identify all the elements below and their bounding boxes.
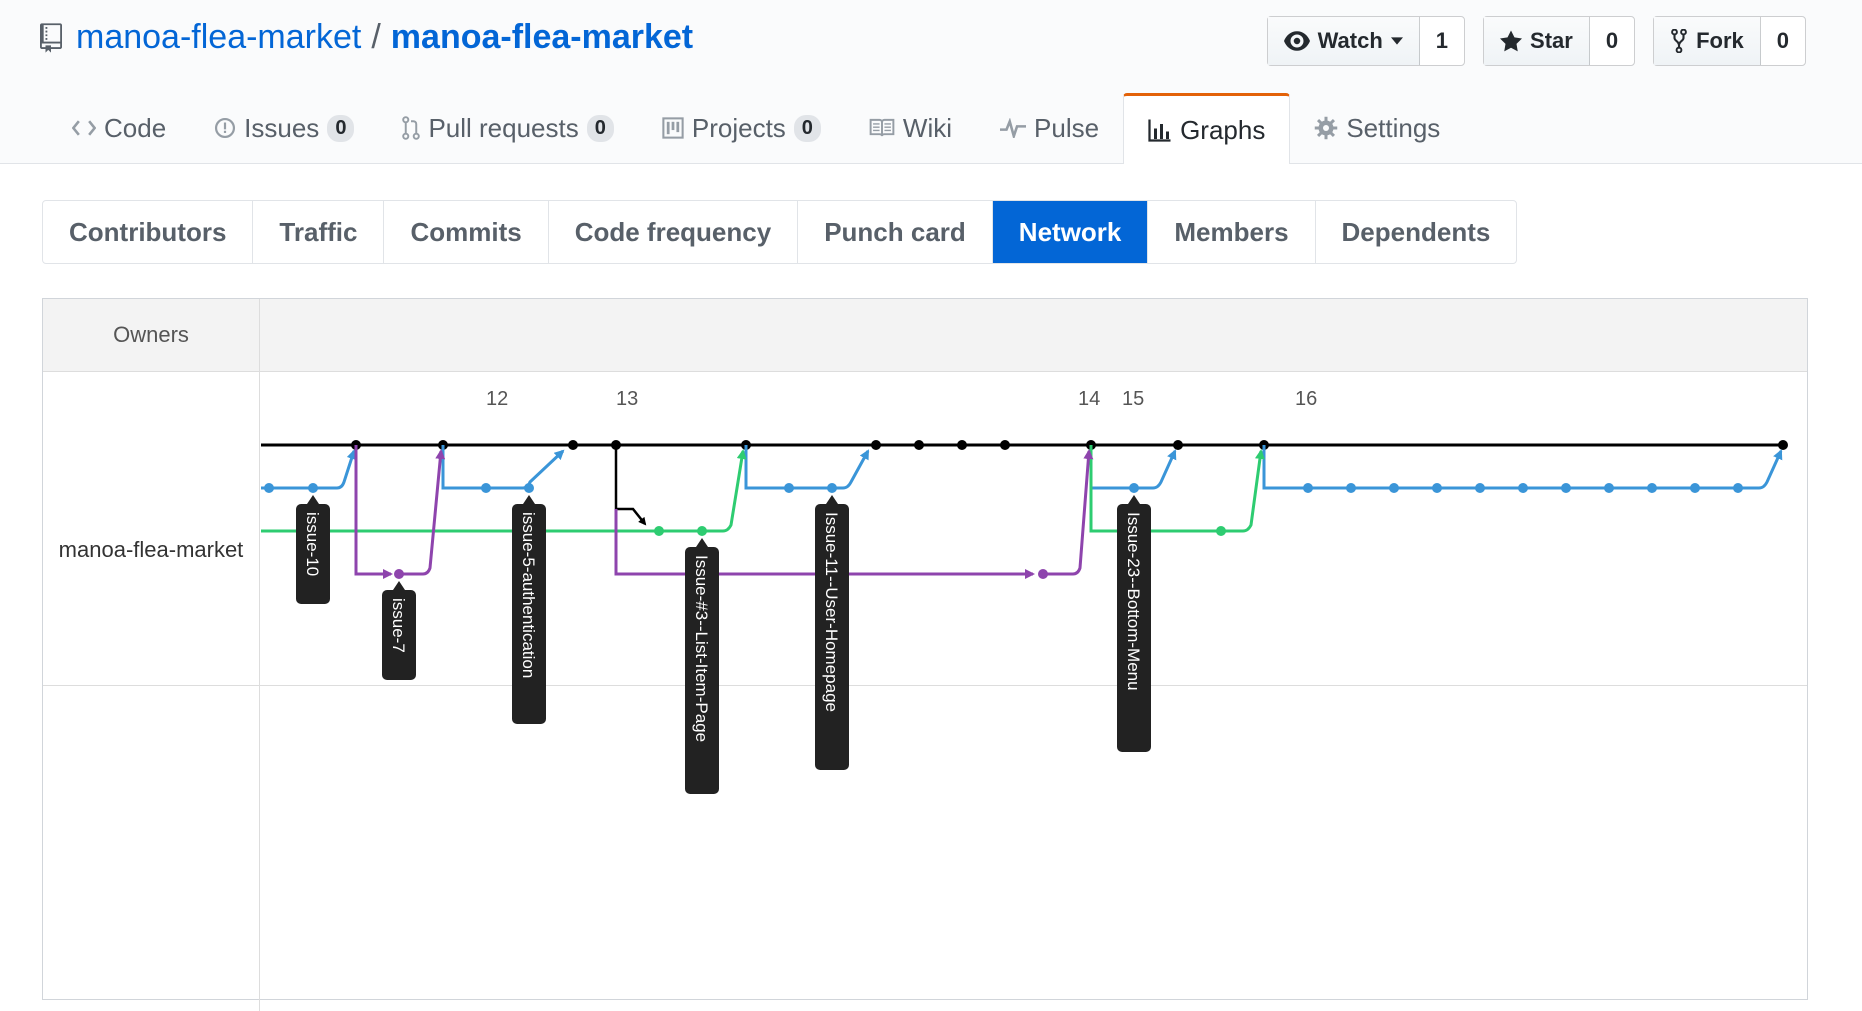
branch-label-issue-23-bottom-menu[interactable]: Issue-23--Bottom-Menu	[1117, 495, 1151, 752]
branch-label-text: Issue-11--User-Homepage	[822, 512, 841, 712]
network-graph[interactable]: 12 13 14 15 16 issue-10 issue-7 issue-5-…	[43, 299, 1807, 999]
branch-label-text: Issue-#3--List-Item-Page	[692, 555, 711, 742]
blue-branches	[261, 445, 1783, 490]
tab-label: Issues	[244, 112, 320, 143]
watch-group: Watch 1	[1266, 16, 1466, 66]
subnav-punch-card[interactable]: Punch card	[798, 201, 993, 263]
graph-icon	[1148, 119, 1171, 142]
graphs-subnav: Contributors Traffic Commits Code freque…	[42, 200, 1518, 264]
book-icon	[869, 118, 895, 137]
date-label: 16	[1295, 388, 1317, 410]
fork-button[interactable]: Fork	[1654, 17, 1761, 65]
watch-button[interactable]: Watch	[1267, 17, 1420, 65]
star-label: Star	[1530, 28, 1573, 53]
tab-label: Pulse	[1034, 112, 1100, 143]
network-graph-panel: Owners manoa-flea-market 12 13 14 15 16	[42, 298, 1808, 1011]
code-icon	[72, 120, 96, 136]
subnav-dependents[interactable]: Dependents	[1316, 201, 1517, 263]
branch-label-issue-7[interactable]: issue-7	[382, 581, 416, 680]
fork-label: Fork	[1696, 28, 1744, 53]
date-label: 12	[486, 388, 508, 410]
eye-icon	[1283, 31, 1310, 51]
caret-down-icon	[1390, 37, 1403, 45]
pull-request-icon	[402, 116, 421, 140]
watch-count[interactable]: 1	[1419, 17, 1465, 65]
tab-pull-requests[interactable]: Pull requests 0	[378, 93, 637, 163]
star-group: Star 0	[1483, 16, 1636, 66]
branch-label-text: issue-7	[389, 598, 408, 653]
subnav-code-frequency[interactable]: Code frequency	[549, 201, 799, 263]
subnav-contributors[interactable]: Contributors	[43, 201, 254, 263]
tab-wiki[interactable]: Wiki	[845, 93, 976, 163]
project-icon	[662, 117, 684, 139]
repo-title: manoa-flea-market / manoa-flea-market	[40, 18, 693, 57]
star-count[interactable]: 0	[1589, 17, 1635, 65]
repo-separator: /	[371, 18, 381, 56]
branch-label-issue-3-list-item-page[interactable]: Issue-#3--List-Item-Page	[685, 538, 719, 794]
subnav-members[interactable]: Members	[1148, 201, 1316, 263]
date-label: 13	[616, 388, 638, 410]
repo-header: manoa-flea-market / manoa-flea-market Wa…	[0, 0, 1862, 164]
fork-group: Fork 0	[1653, 16, 1806, 66]
tab-code[interactable]: Code	[48, 93, 190, 163]
branch-label-issue-11-user-homepage[interactable]: Issue-11--User-Homepage	[815, 495, 849, 770]
pr-count-badge: 0	[586, 114, 614, 142]
tab-settings[interactable]: Settings	[1290, 93, 1464, 163]
subnav-commits[interactable]: Commits	[384, 201, 549, 263]
tab-label: Settings	[1346, 112, 1441, 143]
branch-label-text: Issue-23--Bottom-Menu	[1124, 512, 1143, 691]
purple-branches	[354, 445, 1094, 579]
branch-label-text: issue-10	[303, 512, 322, 576]
repo-name-link[interactable]: manoa-flea-market	[391, 18, 693, 57]
tab-label: Code	[104, 112, 167, 143]
tab-projects[interactable]: Projects 0	[638, 93, 845, 163]
tab-issues[interactable]: Issues 0	[190, 93, 378, 163]
watch-label: Watch	[1317, 28, 1383, 53]
tab-label: Graphs	[1180, 114, 1266, 145]
repo-tabs: Code Issues 0 Pull requests 0 Projects 0…	[48, 93, 1464, 164]
tab-graphs[interactable]: Graphs	[1123, 93, 1291, 164]
fork-icon	[1671, 29, 1687, 53]
subnav-traffic[interactable]: Traffic	[253, 201, 385, 263]
repo-icon	[40, 22, 62, 53]
branch-label-issue-5-authentication[interactable]: issue-5-authentication	[512, 495, 546, 724]
fork-count[interactable]: 0	[1760, 17, 1805, 65]
gear-icon	[1315, 116, 1338, 140]
repo-actions: Watch 1 Star 0 Fork 0	[1266, 16, 1806, 66]
tab-label: Projects	[691, 112, 786, 143]
tab-label: Wiki	[902, 112, 953, 143]
pulse-icon	[1000, 118, 1027, 138]
date-label: 14	[1078, 388, 1100, 410]
projects-count-badge: 0	[793, 114, 821, 142]
branch-label-text: issue-5-authentication	[519, 512, 538, 678]
star-icon	[1500, 30, 1523, 52]
branch-label-issue-10[interactable]: issue-10	[296, 495, 330, 604]
tab-pulse[interactable]: Pulse	[976, 93, 1123, 163]
tab-label: Pull requests	[428, 112, 579, 143]
date-label: 15	[1122, 388, 1144, 410]
blue-commits[interactable]	[264, 483, 1743, 493]
repo-owner-link[interactable]: manoa-flea-market	[76, 18, 361, 57]
master-branch-out	[614, 445, 647, 526]
star-button[interactable]: Star	[1484, 17, 1590, 65]
issue-icon	[215, 117, 236, 139]
subnav-network[interactable]: Network	[992, 201, 1149, 263]
issues-count-badge: 0	[327, 114, 355, 142]
